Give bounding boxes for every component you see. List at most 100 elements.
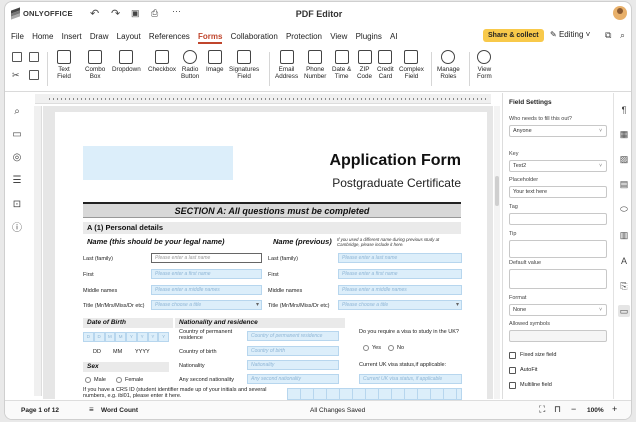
combo-box-icon	[88, 50, 103, 64]
menu-collaboration[interactable]: Collaboration	[231, 32, 278, 41]
combo-box-button[interactable]: Combo Box	[85, 50, 105, 80]
placeholder-input[interactable]: Your text here	[509, 186, 607, 198]
chart-icon[interactable]: ▥	[618, 229, 630, 241]
credit-card-button[interactable]: Credit Card	[377, 50, 394, 80]
image-settings-icon[interactable]: ▨	[618, 153, 630, 165]
key-select[interactable]: Text2 ˅	[509, 160, 607, 172]
menu-insert[interactable]: Insert	[62, 32, 82, 41]
visa-status-input[interactable]: Current UK visa status, if applicable	[359, 374, 462, 384]
share-collect-button[interactable]: Share & collect	[483, 29, 544, 42]
label-prev-first: First	[268, 272, 279, 278]
menu-file[interactable]: File	[11, 32, 24, 41]
editing-mode-button[interactable]: ✎ Editing ˅	[550, 30, 590, 39]
menu-forms[interactable]: Forms	[198, 32, 223, 44]
visa-no-radio[interactable]	[388, 345, 394, 351]
complex-field-button[interactable]: Complex Field	[399, 50, 424, 80]
chat-icon[interactable]: ◎	[11, 152, 23, 164]
prev-first-name-input[interactable]: Please enter a first name	[338, 269, 462, 279]
visa-yes-radio[interactable]	[363, 345, 369, 351]
manage-roles-button[interactable]: Manage Roles	[437, 50, 460, 80]
thumbnails-icon[interactable]: ⊡	[11, 199, 23, 211]
who-select[interactable]: Anyone ˅	[509, 125, 607, 137]
menu-home[interactable]: Home	[32, 32, 53, 41]
format-select[interactable]: None ˅	[509, 304, 607, 316]
tag-input[interactable]	[509, 213, 607, 225]
text-field-button[interactable]: Text Field	[57, 50, 71, 80]
page-indicator[interactable]: Page 1 of 12	[21, 407, 59, 414]
female-radio[interactable]	[116, 377, 122, 383]
info-icon[interactable]: ⓘ	[11, 223, 23, 235]
text-art-icon[interactable]: A	[618, 255, 630, 267]
open-location-icon[interactable]: ⧉	[605, 30, 611, 41]
pencil-icon: ✎	[550, 30, 559, 39]
middle-name-input[interactable]: Please enter a middle names	[151, 285, 262, 295]
autofit-checkbox[interactable]	[509, 367, 516, 374]
country-perm-input[interactable]: Country of permanent residence	[247, 331, 339, 341]
title-dropdown[interactable]: Please choose a title ▾	[151, 300, 262, 310]
dropdown-button[interactable]: Dropdown	[112, 50, 141, 73]
word-count-button[interactable]: Word Count	[101, 407, 138, 414]
search-top-icon[interactable]: ⌕	[620, 30, 625, 41]
header-footer-icon[interactable]: ▤	[618, 178, 630, 190]
radio-button-button[interactable]: Radio Button	[181, 50, 199, 80]
last-name-input[interactable]: Please enter a last name	[151, 253, 262, 263]
dob-input[interactable]: DDMMYYYY	[83, 332, 169, 342]
paste-icon[interactable]	[29, 52, 39, 62]
signatures-field-button[interactable]: Signatures Field	[229, 50, 259, 80]
prev-middle-name-input[interactable]: Please enter a middle names	[338, 285, 462, 295]
menu-draw[interactable]: Draw	[90, 32, 109, 41]
default-value-input[interactable]	[509, 269, 607, 289]
menu-layout[interactable]: Layout	[117, 32, 141, 41]
tip-input[interactable]	[509, 240, 607, 258]
app-window: ONLYOFFICE ↶ ↷ ▣ ⎙ ··· PDF Editor File H…	[4, 1, 632, 420]
select-all-icon[interactable]	[29, 70, 39, 80]
zoom-level[interactable]: 100%	[587, 407, 604, 414]
first-name-input[interactable]: Please enter a first name	[151, 269, 262, 279]
second-nationality-label: Any second nationality	[179, 377, 235, 383]
document-scrollbar[interactable]	[494, 106, 500, 399]
menu-plugins[interactable]: Plugins	[356, 32, 382, 41]
country-birth-input[interactable]: Country of birth	[247, 346, 339, 356]
navigation-icon[interactable]: ☰	[11, 175, 23, 187]
placeholder-label: Placeholder	[509, 177, 539, 183]
table-icon[interactable]: ▦	[618, 128, 630, 140]
format-label: Format	[509, 295, 527, 301]
menu-references[interactable]: References	[149, 32, 190, 41]
paragraph-icon[interactable]: ¶	[618, 104, 630, 116]
form-settings-icon[interactable]: ▭	[618, 305, 630, 317]
user-avatar[interactable]	[613, 6, 627, 20]
fit-width-icon[interactable]: ⊓	[554, 404, 561, 415]
email-address-button[interactable]: Email Address	[275, 50, 298, 80]
cut-icon[interactable]: ✂	[12, 70, 20, 81]
scroll-thumb[interactable]	[495, 176, 499, 206]
fit-page-icon[interactable]: ⛶	[539, 404, 545, 415]
image-button[interactable]: Image	[206, 50, 224, 73]
copy-icon[interactable]	[12, 52, 22, 62]
window-title: PDF Editor	[295, 9, 343, 19]
menu-protection[interactable]: Protection	[286, 32, 322, 41]
search-icon[interactable]: ⌕	[11, 106, 23, 118]
male-radio[interactable]	[85, 377, 91, 383]
prev-title-dropdown[interactable]: Please choose a title ▾	[338, 300, 462, 310]
shape-icon[interactable]: ⬭	[618, 203, 630, 215]
prev-last-name-input[interactable]: Please enter a last name	[338, 253, 462, 263]
zoom-in-icon[interactable]: +	[612, 404, 617, 414]
photo-placeholder[interactable]	[83, 146, 233, 180]
zip-code-button[interactable]: ZIP Code	[357, 50, 372, 80]
view-form-button[interactable]: View Form	[477, 50, 492, 80]
nationality-input[interactable]: Nationality	[247, 360, 339, 370]
menu-view[interactable]: View	[330, 32, 347, 41]
multiline-checkbox[interactable]	[509, 382, 516, 389]
phone-number-button[interactable]: Phone Number	[304, 50, 326, 80]
fixed-size-checkbox[interactable]	[509, 352, 516, 359]
zoom-out-icon[interactable]: −	[571, 404, 576, 414]
second-nationality-input[interactable]: Any second nationality	[247, 374, 339, 384]
checkbox-button[interactable]: Checkbox	[148, 50, 176, 73]
label-prev-last: Last (family)	[268, 256, 298, 262]
comments-icon[interactable]: ▭	[11, 129, 23, 141]
menu-ai[interactable]: AI	[390, 32, 398, 41]
date-time-button[interactable]: Date & Time	[332, 50, 351, 80]
signature-settings-icon[interactable]: ⎘	[618, 280, 630, 292]
crs-id-input[interactable]	[287, 388, 462, 400]
allowed-symbols-input[interactable]	[509, 330, 607, 342]
